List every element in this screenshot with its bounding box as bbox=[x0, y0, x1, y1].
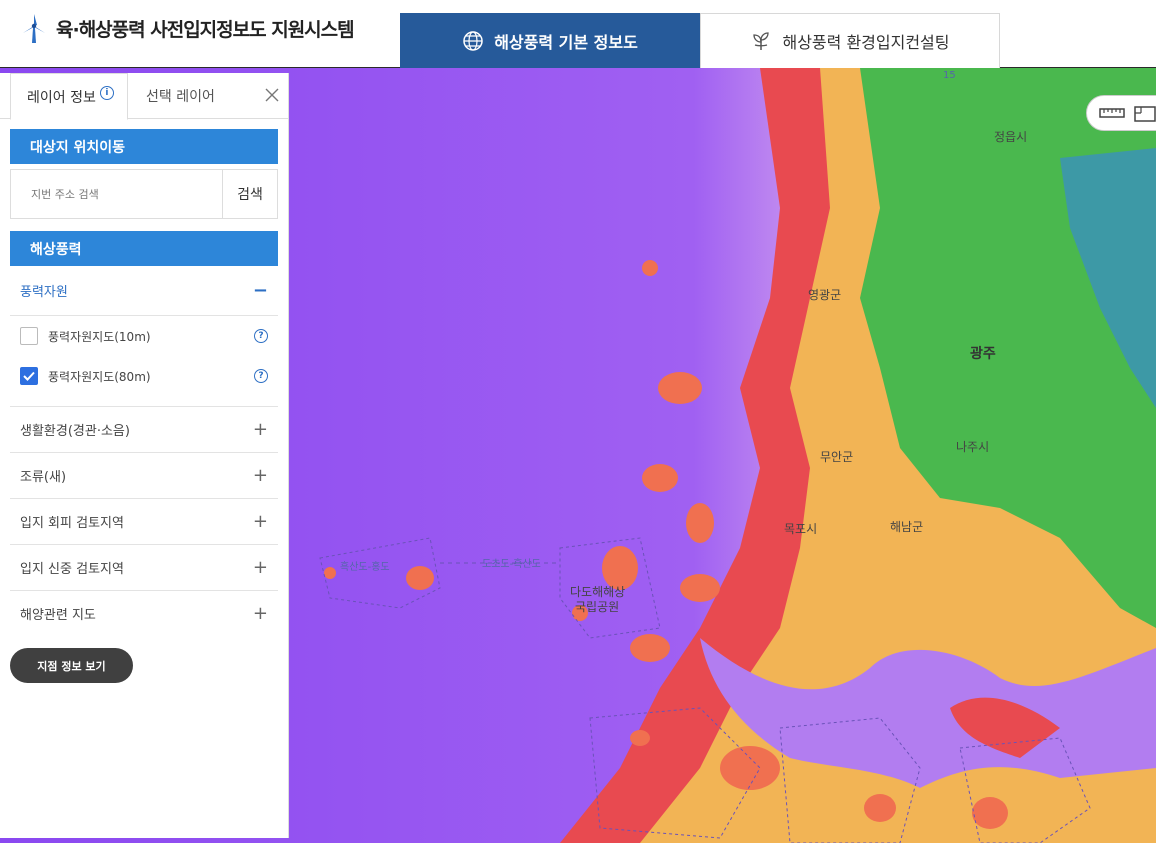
layer-group-list: 생활환경(경관·소음) + 조류(새) + 입지 회피 검토지역 + 입지 신중… bbox=[0, 406, 288, 636]
wind-turbine-logo-icon bbox=[23, 14, 45, 43]
app-logo[interactable]: 육·해상풍력 사전입지정보도 지원시스템 bbox=[20, 12, 355, 44]
help-icon[interactable]: ? bbox=[254, 369, 268, 383]
expand-icon[interactable]: + bbox=[253, 603, 268, 624]
heuksan-label: 흑산도-홍도 bbox=[340, 562, 390, 573]
group-label: 입지 회피 검토지역 bbox=[20, 516, 124, 531]
muan-label: 무안군 bbox=[820, 450, 854, 464]
expand-icon[interactable]: + bbox=[253, 465, 268, 486]
layer-checkbox-wind-80m[interactable] bbox=[20, 367, 38, 385]
area-measure-icon[interactable] bbox=[1133, 103, 1156, 123]
layer-label-wind-80m: 풍력자원지도(80m) bbox=[48, 369, 151, 384]
tab-offshore-basic-info-label: 해상풍력 기본 정보도 bbox=[494, 32, 638, 52]
group-birds[interactable]: 조류(새) + bbox=[10, 452, 278, 498]
app-title: 육·해상풍력 사전입지정보도 지원시스템 bbox=[56, 18, 355, 41]
expand-icon[interactable]: + bbox=[253, 557, 268, 578]
offshore-section-header: 해상풍력 bbox=[10, 231, 278, 266]
search-button[interactable]: 검색 bbox=[222, 170, 277, 218]
ferry-route-label: 도초도-흑산도 bbox=[482, 559, 541, 570]
naju-label: 나주시 bbox=[956, 440, 990, 454]
close-icon[interactable] bbox=[262, 85, 282, 105]
group-careful-area[interactable]: 입지 신중 검토지역 + bbox=[10, 544, 278, 590]
expand-icon[interactable]: + bbox=[253, 419, 268, 440]
group-label: 생활환경(경관·소음) bbox=[20, 424, 130, 439]
checkmark-icon bbox=[23, 371, 35, 381]
panel-tabs: 레이어 정보 i 선택 레이어 bbox=[0, 73, 288, 120]
address-search-input[interactable] bbox=[11, 170, 222, 218]
point-info-button[interactable]: 지점 정보 보기 bbox=[10, 648, 133, 683]
collapse-icon[interactable]: − bbox=[253, 280, 268, 301]
tab-layer-info-label: 레이어 정보 bbox=[27, 89, 96, 106]
top-header: 육·해상풍력 사전입지정보도 지원시스템 해상풍력 기본 정보도 해상풍력 환경… bbox=[0, 0, 1156, 68]
group-marine-maps[interactable]: 해양관련 지도 + bbox=[10, 590, 278, 636]
tab-environment-consulting[interactable]: 해상풍력 환경입지컨설팅 bbox=[700, 13, 1000, 68]
info-icon[interactable]: i bbox=[99, 85, 114, 100]
dadohae-label-2: 국립공원 bbox=[575, 600, 620, 614]
mokpo-label: 목포시 bbox=[784, 522, 818, 536]
expand-icon[interactable]: + bbox=[253, 511, 268, 532]
help-icon[interactable]: ? bbox=[254, 329, 268, 343]
layer-row-wind-10m: 풍력자원지도(10m) ? bbox=[10, 316, 278, 356]
layer-panel: 레이어 정보 i 선택 레이어 대상지 위치이동 검색 해상풍력 풍력자원 − … bbox=[0, 73, 289, 838]
ruler-icon[interactable] bbox=[1099, 103, 1125, 123]
tab-layer-info[interactable]: 레이어 정보 i bbox=[10, 73, 128, 120]
group-avoid-area[interactable]: 입지 회피 검토지역 + bbox=[10, 498, 278, 544]
address-search: 검색 bbox=[10, 169, 278, 219]
group-living-environment[interactable]: 생활환경(경관·소음) + bbox=[10, 406, 278, 452]
layer-label-wind-10m: 풍력자원지도(10m) bbox=[48, 329, 151, 344]
group-wind-resource-label: 풍력자원 bbox=[20, 285, 68, 300]
yeonggwang-label: 영광군 bbox=[808, 288, 842, 302]
group-label: 입지 신중 검토지역 bbox=[20, 562, 124, 577]
group-wind-resource[interactable]: 풍력자원 − bbox=[10, 266, 278, 316]
tab-offshore-basic-info[interactable]: 해상풍력 기본 정보도 bbox=[400, 13, 700, 68]
gwangju-label: 광주 bbox=[970, 346, 996, 362]
group-label: 해양관련 지도 bbox=[20, 608, 96, 623]
globe-icon bbox=[463, 30, 483, 51]
map-toolbar bbox=[1086, 95, 1156, 131]
haenam-label: 해남군 bbox=[890, 520, 924, 534]
group-label: 조류(새) bbox=[20, 470, 67, 485]
sprout-icon bbox=[753, 32, 770, 50]
location-section-header: 대상지 위치이동 bbox=[10, 129, 278, 164]
layer-checkbox-wind-10m[interactable] bbox=[20, 327, 38, 345]
layer-row-wind-80m: 풍력자원지도(80m) ? bbox=[10, 356, 278, 396]
tab-environment-consulting-label: 해상풍력 환경입지컨설팅 bbox=[782, 33, 950, 52]
jeongeup-label: 정읍시 bbox=[994, 130, 1028, 144]
tab-selected-layer[interactable]: 선택 레이어 bbox=[146, 73, 215, 119]
route-15-label: 15 bbox=[943, 70, 956, 81]
tab-selected-layer-label: 선택 레이어 bbox=[146, 89, 215, 105]
